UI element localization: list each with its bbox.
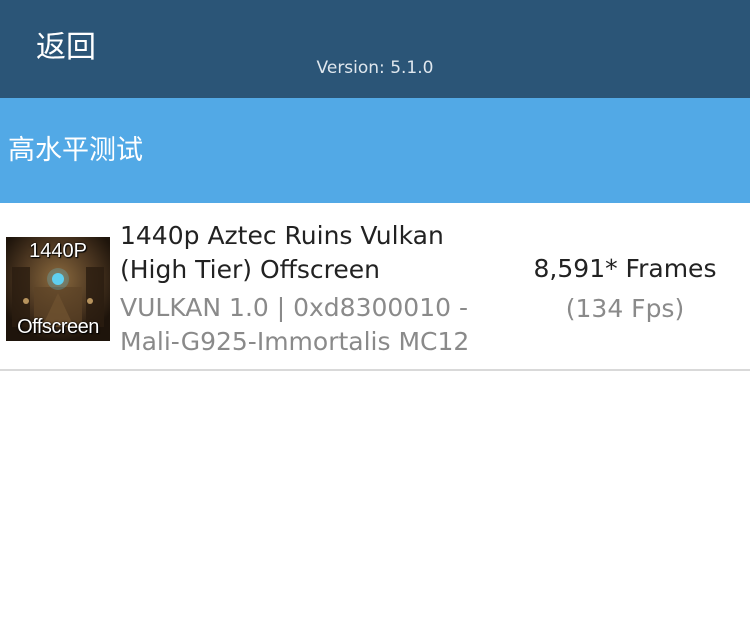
top-bar: 返回 Version: 5.1.0 <box>0 0 750 98</box>
thumbnail-resolution-label: 1440P <box>29 240 87 262</box>
test-details-line2: Mali-G925-Immortalis MC12 <box>120 327 470 356</box>
section-header: 高水平测试 <box>0 98 750 203</box>
test-title-line1: 1440p Aztec Ruins Vulkan <box>120 221 444 250</box>
thumbnail-mode-label: Offscreen <box>17 316 99 338</box>
score-value: 8,591* Frames <box>533 254 717 283</box>
version-label: Version: 5.1.0 <box>316 58 434 78</box>
test-title-line2: (High Tier) Offscreen <box>120 255 380 284</box>
test-thumbnail: 1440P Offscreen <box>6 237 110 341</box>
section-title: 高水平测试 <box>8 135 143 166</box>
test-details: VULKAN 1.0 | 0xd8300010 - Mali-G925-Immo… <box>120 291 500 359</box>
test-details-line1: VULKAN 1.0 | 0xd8300010 - <box>120 293 468 322</box>
app-window: 返回 Version: 5.1.0 高水平测试 1440P Offscreen … <box>0 0 750 638</box>
fps-value: (134 Fps) <box>565 294 685 323</box>
test-title: 1440p Aztec Ruins Vulkan (High Tier) Off… <box>120 219 500 287</box>
result-row[interactable]: 1440P Offscreen 1440p Aztec Ruins Vulkan… <box>0 203 750 371</box>
